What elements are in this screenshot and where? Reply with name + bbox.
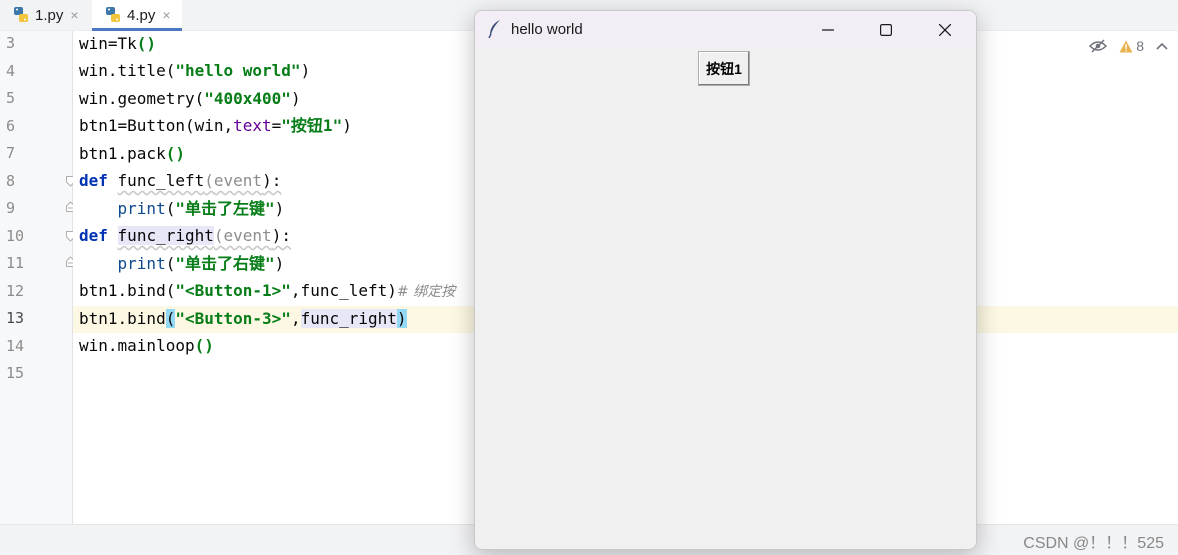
line-number: 12: [6, 282, 25, 300]
code-line-4: win.title("hello world"): [79, 61, 311, 80]
line-number: 4: [6, 62, 16, 80]
window-title: hello world: [511, 21, 583, 38]
code-line-6: btn1=Button(win,text="按钮1"): [79, 116, 352, 135]
line-number: 5: [6, 89, 16, 107]
feather-icon: [488, 20, 500, 39]
watermark-credit: CSDN @！！！525: [1023, 535, 1164, 552]
code-line-3: win=Tk(): [79, 34, 157, 53]
python-file-icon: [12, 6, 30, 24]
code-line-8: def func_left(event):: [79, 171, 282, 190]
line-number: 14: [6, 337, 25, 355]
line-number: 6: [6, 117, 16, 135]
close-button[interactable]: [922, 11, 968, 48]
tk-button-1[interactable]: 按钮1: [698, 51, 750, 86]
line-number: 3: [6, 34, 16, 52]
code-line-9: print("单击了左键"): [117, 199, 285, 218]
line-number: 9: [6, 199, 16, 217]
close-icon[interactable]: ×: [70, 7, 78, 23]
line-number: 7: [6, 144, 16, 162]
code-line-12: btn1.bind("<Button-1>",func_left)# 绑定按: [79, 281, 456, 300]
eye-slash-icon[interactable]: [1089, 39, 1108, 53]
code-line-5: win.geometry("400x400"): [79, 89, 301, 108]
line-number-current: 13: [6, 309, 25, 327]
warnings-indicator[interactable]: 8: [1119, 38, 1144, 54]
inspection-widget[interactable]: 8: [1089, 38, 1168, 54]
minimize-button[interactable]: [805, 11, 851, 48]
warnings-count: 8: [1136, 38, 1144, 54]
code-line-11: print("单击了右键"): [117, 254, 285, 273]
line-number: 10: [6, 227, 25, 245]
python-file-icon: [104, 6, 122, 24]
code-line-10: def func_right(event):: [79, 226, 291, 245]
line-number: 11: [6, 254, 25, 272]
tab-label: 4.py: [127, 6, 156, 24]
maximize-button[interactable]: [863, 11, 909, 48]
tk-titlebar[interactable]: hello world: [475, 11, 976, 48]
code-line-14: win.mainloop(): [79, 336, 214, 355]
maximize-icon: [880, 23, 892, 36]
line-number: 8: [6, 172, 16, 190]
tab-1py[interactable]: 1.py ×: [0, 0, 92, 30]
tk-window[interactable]: hello world 按钮1: [474, 10, 977, 550]
warning-icon: [1119, 40, 1133, 52]
minimize-icon: [822, 28, 834, 31]
code-line-13: btn1.bind("<Button-3>",func_right): [79, 309, 407, 328]
tab-4py[interactable]: 4.py ×: [92, 0, 182, 31]
close-icon: [939, 23, 951, 36]
line-number-gutter: 3 4 5 6 7 8 9 10 11 12 13 14 15: [0, 31, 75, 524]
tab-label: 1.py: [35, 6, 64, 24]
line-number: 15: [6, 364, 25, 382]
close-icon[interactable]: ×: [162, 7, 170, 23]
chevron-up-icon[interactable]: [1156, 42, 1168, 50]
code-line-7: btn1.pack(): [79, 144, 185, 163]
